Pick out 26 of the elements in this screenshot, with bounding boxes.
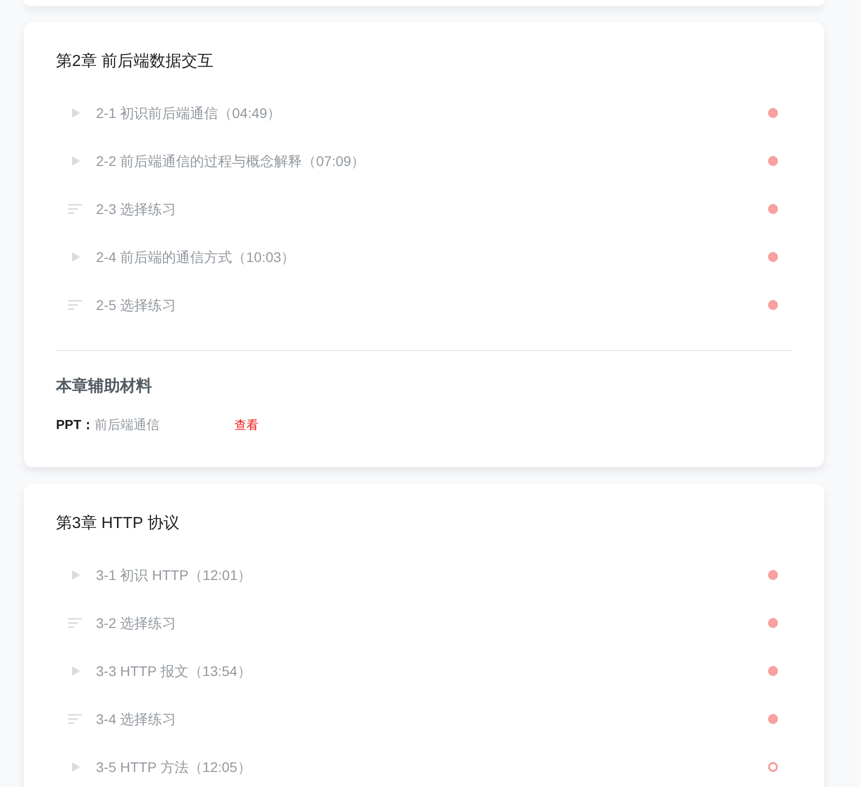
lesson-item[interactable]: 2-4 前后端的通信方式（10:03） (56, 233, 792, 281)
list-icon (68, 300, 82, 310)
lesson-item[interactable]: 2-2 前后端通信的过程与概念解释（07:09） (56, 137, 792, 185)
play-icon (72, 156, 80, 166)
lesson-item[interactable]: 3-3 HTTP 报文（13:54） (56, 647, 792, 695)
list-icon (68, 204, 82, 214)
play-icon (72, 666, 80, 676)
lesson-item[interactable]: 3-1 初识 HTTP（12:01） (56, 551, 792, 599)
lesson-item[interactable]: 2-3 选择练习 (56, 185, 792, 233)
lesson-item[interactable]: 3-5 HTTP 方法（12:05） (56, 743, 792, 787)
lesson-item[interactable]: 3-4 选择练习 (56, 695, 792, 743)
play-icon (72, 762, 80, 772)
list-icon (68, 714, 82, 724)
play-icon (72, 108, 80, 118)
view-link[interactable]: 查看 (234, 415, 258, 435)
play-icon (72, 570, 80, 580)
chapter-title: 第2章 前后端数据交互 (56, 52, 214, 72)
list-icon (68, 618, 82, 628)
chapter-title: 第3章 HTTP 协议 (56, 514, 180, 534)
material-name: 前后端通信 (94, 416, 160, 434)
play-icon (72, 252, 80, 262)
lesson-item[interactable]: 2-1 初识前后端通信（04:49） (56, 89, 792, 137)
lesson-item[interactable]: 2-5 选择练习 (56, 281, 792, 329)
material-type: PPT： (56, 416, 94, 434)
lesson-item[interactable]: 3-2 选择练习 (56, 599, 792, 647)
materials-heading: 本章辅助材料 (56, 376, 153, 397)
